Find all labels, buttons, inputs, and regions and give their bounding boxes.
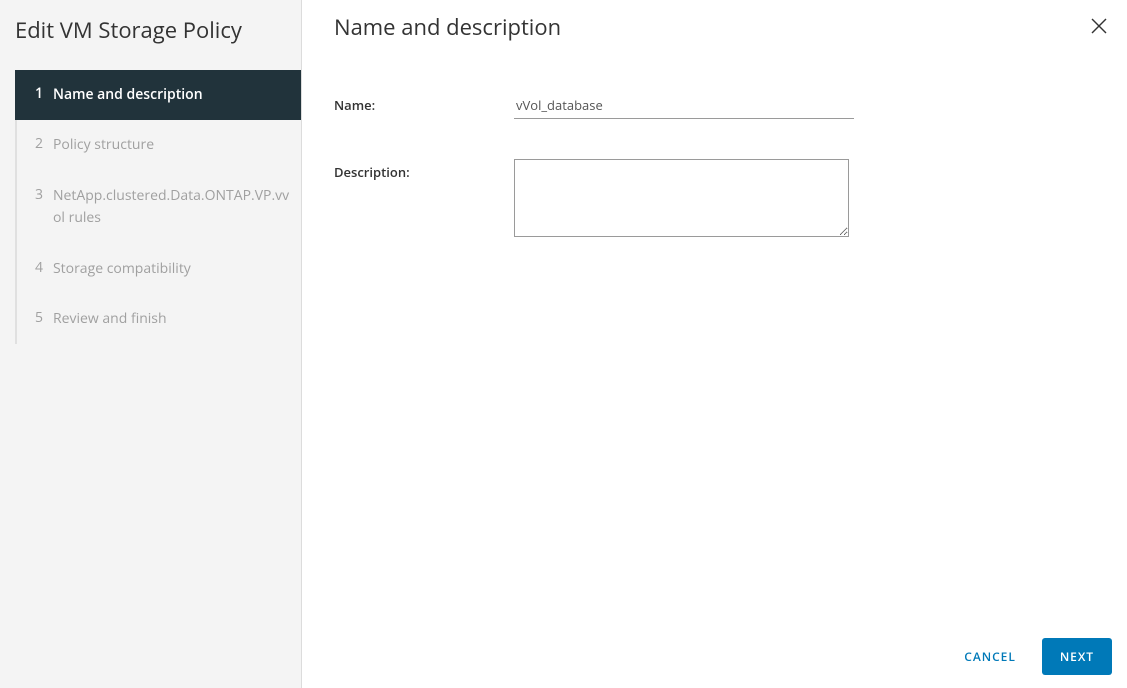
step-label: Name and description: [53, 84, 291, 106]
step-label: Storage compatibility: [53, 258, 291, 280]
panel-title: Name and description: [334, 12, 561, 42]
step-number: 5: [35, 308, 53, 327]
name-row: Name:: [334, 92, 1095, 119]
step-storage-compatibility[interactable]: 4 Storage compatibility: [17, 244, 301, 294]
name-input[interactable]: [514, 92, 854, 119]
step-label: Policy structure: [53, 134, 291, 156]
description-textarea[interactable]: [514, 159, 849, 237]
step-name-and-description[interactable]: 1 Name and description: [15, 70, 301, 120]
form-area: Name: Description:: [302, 62, 1127, 277]
wizard-sidebar: Edit VM Storage Policy 1 Name and descri…: [0, 0, 302, 688]
step-number: 2: [35, 134, 53, 153]
next-button[interactable]: NEXT: [1042, 638, 1112, 675]
step-number: 1: [35, 84, 53, 103]
step-label: Review and finish: [53, 308, 291, 330]
name-label: Name:: [334, 92, 514, 114]
description-label: Description:: [334, 159, 514, 181]
step-number: 3: [35, 185, 53, 204]
step-number: 4: [35, 258, 53, 277]
panel-header: Name and description: [302, 0, 1127, 62]
close-icon-svg: [1090, 17, 1108, 35]
wizard-main-panel: Name and description Name: Description: …: [302, 0, 1127, 688]
step-list: 1 Name and description 2 Policy structur…: [15, 70, 301, 344]
description-row: Description:: [334, 159, 1095, 237]
wizard-footer: CANCEL NEXT: [302, 625, 1127, 688]
step-policy-structure[interactable]: 2 Policy structure: [17, 120, 301, 170]
step-review-and-finish[interactable]: 5 Review and finish: [17, 294, 301, 344]
step-label: NetApp.clustered.Data.ONTAP.VP.vvol rule…: [53, 185, 291, 230]
close-icon[interactable]: [1086, 12, 1112, 42]
cancel-button[interactable]: CANCEL: [958, 640, 1022, 673]
wizard-title: Edit VM Storage Policy: [0, 15, 301, 70]
step-netapp-rules[interactable]: 3 NetApp.clustered.Data.ONTAP.VP.vvol ru…: [17, 171, 301, 244]
